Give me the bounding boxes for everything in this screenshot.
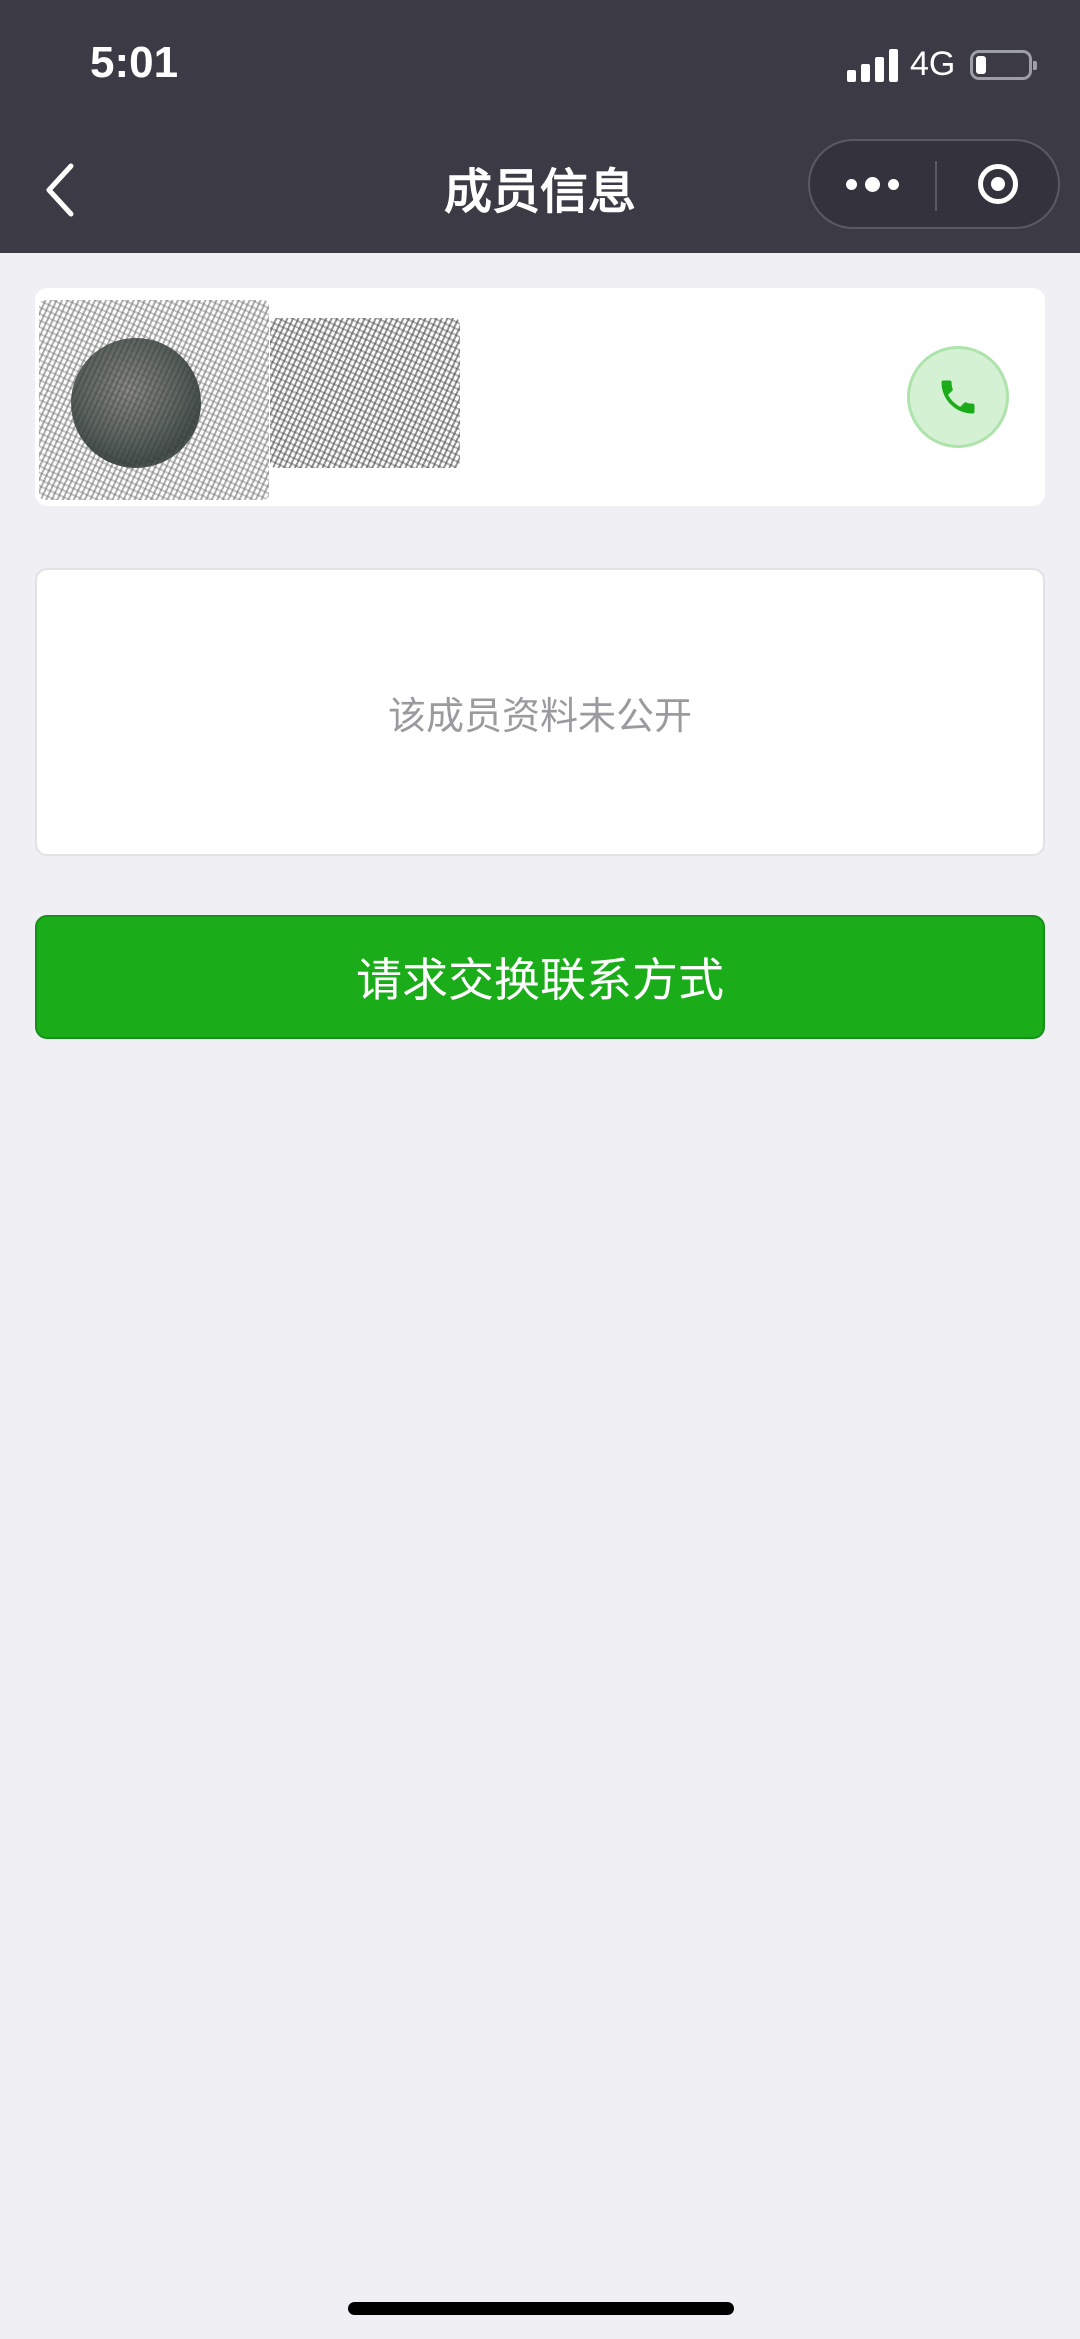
close-button[interactable] xyxy=(937,141,1058,227)
redaction-scribble xyxy=(39,300,269,500)
private-info-card: 该成员资料未公开 xyxy=(35,568,1045,856)
network-label: 4G xyxy=(910,45,956,83)
mini-program-capsule xyxy=(808,139,1060,229)
top-bar: 5:01 4G 成员信息 xyxy=(0,0,1080,253)
home-indicator[interactable] xyxy=(348,2302,734,2315)
signal-icon xyxy=(847,48,899,82)
status-time: 5:01 xyxy=(90,38,179,87)
more-dots-icon xyxy=(846,178,857,190)
phone-icon xyxy=(941,380,975,414)
more-button[interactable] xyxy=(810,141,935,227)
private-info-message: 该成员资料未公开 xyxy=(387,693,692,738)
member-card xyxy=(35,288,1045,506)
more-dots-icon xyxy=(888,178,899,190)
battery-level xyxy=(976,56,986,74)
redaction-scribble xyxy=(270,318,460,468)
more-dots-icon xyxy=(865,176,880,192)
target-circle-icon xyxy=(977,164,1018,204)
member-info-page: 5:01 4G 成员信息 该成员资料未公开 请求交换联系方式 xyxy=(0,0,1080,2339)
battery-icon xyxy=(970,50,1037,80)
call-button[interactable] xyxy=(907,346,1009,448)
exchange-contact-button[interactable]: 请求交换联系方式 xyxy=(35,915,1045,1039)
